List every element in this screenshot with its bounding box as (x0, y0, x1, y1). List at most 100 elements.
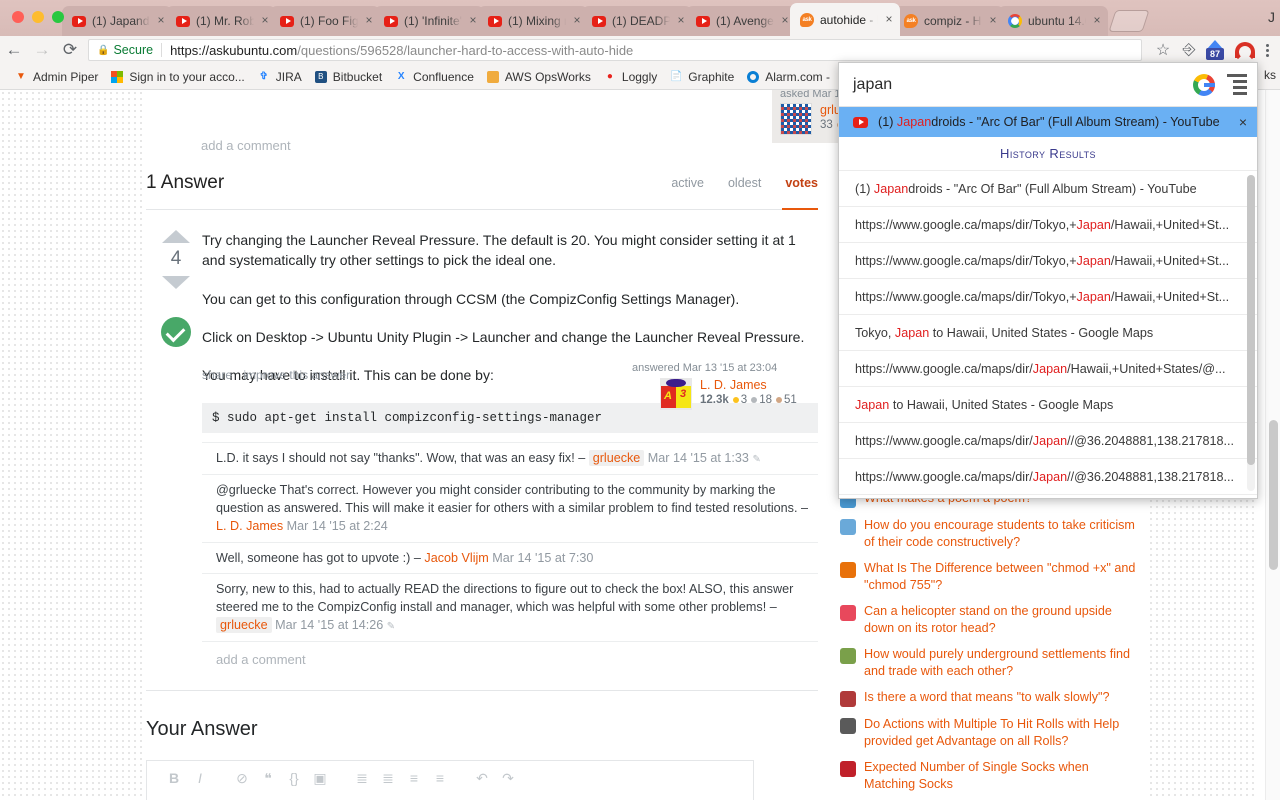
hot-question-item[interactable]: How do you encourage students to take cr… (840, 517, 1140, 551)
add-comment-top-link[interactable]: add a comment (201, 138, 291, 153)
hot-question-item[interactable]: Do Actions with Multiple To Hit Rolls wi… (840, 716, 1140, 750)
code-icon[interactable]: {} (281, 770, 307, 786)
comment-author[interactable]: grluecke (588, 450, 645, 466)
browser-tab[interactable]: Gubuntu 14.0× (998, 6, 1108, 36)
history-result-row[interactable]: https://www.google.ca/maps/dir/Japan//@3… (839, 423, 1257, 459)
history-result-row[interactable]: https://www.google.ca/maps/dir/Japan/Haw… (839, 351, 1257, 387)
hot-question-item[interactable]: Is there a word that means "to walk slow… (840, 689, 1140, 707)
answer-sort-tab[interactable]: votes (785, 176, 818, 190)
link-icon[interactable]: ⊘ (229, 770, 255, 787)
browser-tab[interactable]: ask compiz - Hic × (894, 6, 1004, 36)
close-tab-button[interactable]: × (882, 12, 896, 27)
pencil-icon[interactable]: ✎ (752, 454, 760, 465)
bookmark-item[interactable]: AWS OpsWorks (480, 66, 597, 88)
back-arrow-icon[interactable]: ← (0, 36, 28, 64)
browser-tab[interactable]: (1) Avengers × (686, 6, 796, 36)
browser-tab[interactable]: (1) DEADPO × (582, 6, 692, 36)
hot-question-link[interactable]: Can a helicopter stand on the ground ups… (864, 603, 1140, 637)
selected-suggestion-row[interactable]: (1) Japandroids - "Arc Of Bar" (Full Alb… (839, 107, 1257, 137)
bookmark-item[interactable]: Sign in to your acco... (104, 66, 250, 88)
horizontal-rule-icon[interactable]: ≡ (427, 770, 453, 786)
history-result-row[interactable]: Tokyo, Japan to Hawaii, United States - … (839, 315, 1257, 351)
browser-tab[interactable]: (1) Japandro × (62, 6, 172, 36)
bookmark-item[interactable]: ▼ Admin Piper (8, 66, 104, 88)
page-scrollbar[interactable] (1265, 90, 1280, 800)
close-tab-button[interactable]: × (1090, 13, 1104, 28)
magnet-extension-icon[interactable] (1228, 37, 1255, 63)
hot-question-link[interactable]: What Is The Difference between "chmod +x… (864, 560, 1140, 594)
address-bar[interactable]: 🔒 Secure https://askubuntu.com/questions… (88, 39, 1142, 61)
share-link[interactable]: share (202, 368, 232, 382)
chevron-up-icon[interactable] (162, 230, 190, 243)
extension-badge-icon[interactable]: 87 (1202, 37, 1228, 63)
hot-question-link[interactable]: Is there a word that means "to walk slow… (864, 689, 1110, 706)
bookmark-item[interactable]: Alarm.com - (740, 66, 836, 88)
numbered-list-icon[interactable]: ≣ (349, 770, 375, 787)
bookmark-item[interactable]: 📄 Graphite (663, 66, 740, 88)
close-window-button[interactable] (12, 11, 24, 23)
forward-arrow-icon[interactable]: → (28, 36, 56, 64)
window-controls[interactable] (12, 11, 64, 23)
undo-icon[interactable]: ↶ (469, 770, 495, 787)
hot-question-link[interactable]: Do Actions with Multiple To Hit Rolls wi… (864, 716, 1140, 750)
browser-tab[interactable]: (1) Foo Fight × (270, 6, 380, 36)
bookmark-item[interactable]: B Bitbucket (308, 66, 388, 88)
history-result-row[interactable]: (1) Japandroids - "Arc Of Bar" (Full Alb… (839, 171, 1257, 207)
result-suffix: to Hawaii, United States - Google Maps (889, 398, 1114, 412)
browser-tab[interactable]: ask autohide - L × (790, 3, 900, 36)
browser-tab[interactable]: (1) Mixing ra × (478, 6, 588, 36)
answer-sort-tab[interactable]: oldest (728, 176, 761, 190)
history-result-row[interactable]: https://www.google.ca/maps/dir/Japan//@3… (839, 459, 1257, 495)
extension-count-badge: 87 (1204, 40, 1226, 60)
pencil-icon[interactable]: ✎ (387, 621, 395, 632)
kebab-menu-icon[interactable] (1254, 37, 1280, 63)
browser-tab[interactable]: (1) Mr. Robo × (166, 6, 276, 36)
comment-author[interactable]: L. D. James (216, 519, 283, 533)
hot-question-item[interactable]: What Is The Difference between "chmod +x… (840, 560, 1140, 594)
identicon-avatar[interactable] (780, 103, 812, 135)
new-tab-button[interactable] (1108, 10, 1150, 32)
star-icon[interactable]: ☆ (1150, 37, 1176, 63)
hot-question-link[interactable]: How do you encourage students to take cr… (864, 517, 1140, 551)
italic-icon[interactable]: I (187, 770, 213, 786)
answer-sort-tab[interactable]: active (671, 176, 704, 190)
cube-avatar[interactable]: A3 (660, 378, 692, 410)
page-scrollbar-thumb[interactable] (1269, 420, 1278, 570)
hot-question-item[interactable]: Expected Number of Single Socks when Mat… (840, 759, 1140, 793)
browser-tab[interactable]: (1) 'Infinite' / × (374, 6, 484, 36)
suggestions-scrollbar-thumb[interactable] (1247, 175, 1255, 465)
add-comment-bottom-link[interactable]: add a comment (202, 641, 818, 667)
cast-icon[interactable]: ⎆ (1176, 37, 1202, 63)
maximize-window-button[interactable] (52, 11, 64, 23)
redo-icon[interactable]: ↷ (495, 770, 521, 787)
heading-icon[interactable]: ≡ (401, 770, 427, 786)
answer-owner-name[interactable]: L. D. James (700, 378, 797, 392)
minimize-window-button[interactable] (32, 11, 44, 23)
bookmarks-overflow-label[interactable]: ks (1264, 68, 1276, 82)
blockquote-icon[interactable]: ❝ (255, 770, 281, 787)
history-result-row[interactable]: https://www.google.ca/maps/dir/Tokyo,+Ja… (839, 207, 1257, 243)
history-result-row[interactable]: Japan to Hawaii, United States - Google … (839, 387, 1257, 423)
bookmark-item[interactable]: X Confluence (388, 66, 480, 88)
comment-author[interactable]: Jacob Vlijm (424, 551, 488, 565)
hot-question-link[interactable]: How would purely underground settlements… (864, 646, 1140, 680)
history-result-row[interactable]: https://www.google.ca/maps/dir/Tokyo,+Ja… (839, 243, 1257, 279)
history-result-row[interactable]: https://www.google.ca/maps/dir/Tokyo,+Ja… (839, 279, 1257, 315)
bold-icon[interactable]: B (161, 770, 187, 786)
bookmark-item[interactable]: ● Loggly (597, 66, 663, 88)
list-view-icon[interactable] (1227, 74, 1247, 95)
close-icon[interactable]: × (1229, 114, 1247, 130)
chevron-down-icon[interactable] (162, 276, 190, 289)
comment-author[interactable]: grluecke (216, 617, 272, 634)
hot-question-link[interactable]: Expected Number of Single Socks when Mat… (864, 759, 1140, 793)
window-menu-label[interactable]: J (1268, 9, 1275, 25)
image-icon[interactable]: ▣ (307, 770, 333, 787)
bulleted-list-icon[interactable]: ≣ (375, 770, 401, 787)
omnibox-search-input[interactable]: japan (839, 63, 1257, 107)
hot-question-item[interactable]: Can a helicopter stand on the ground ups… (840, 603, 1140, 637)
answer-editor[interactable]: B I ⊘ ❝{} ▣ ≣ ≣ ≡ ≡ ↶ ↷ (146, 760, 754, 800)
bookmark-item[interactable]: ✞ JIRA (251, 66, 308, 88)
hot-question-item[interactable]: How would purely underground settlements… (840, 646, 1140, 680)
improve-answer-link[interactable]: improve this answer (243, 368, 350, 382)
reload-icon[interactable]: ⟳ (56, 36, 84, 64)
